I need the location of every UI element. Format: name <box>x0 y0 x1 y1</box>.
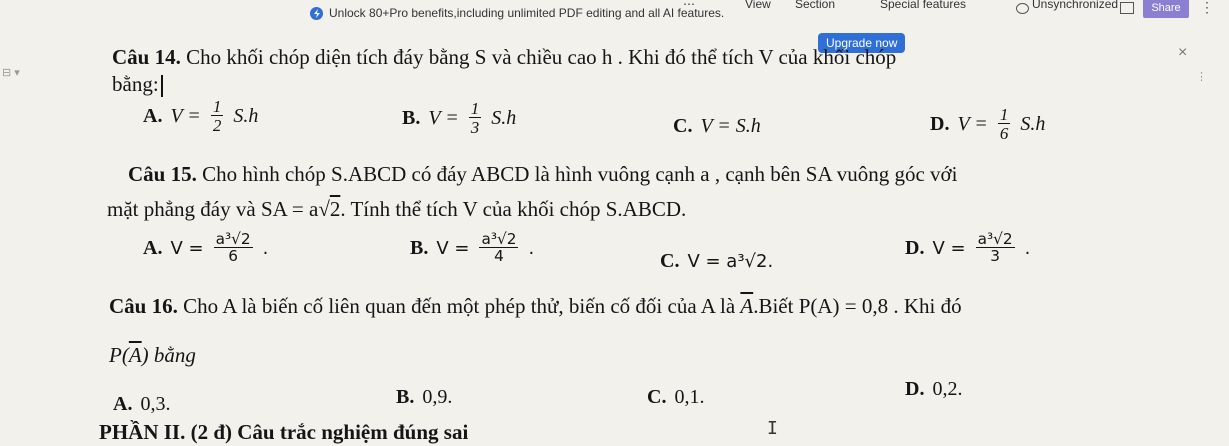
option-value: 0,3. <box>140 393 171 415</box>
question-14-line1: Câu 14. Cho khối chóp diện tích đáy bằng… <box>112 45 896 70</box>
lightning-icon <box>310 6 323 20</box>
q14-option-a[interactable]: A. V = 12 S.h <box>143 98 258 134</box>
option-value: 0,2. <box>932 378 963 400</box>
option-expr: V = <box>428 106 459 129</box>
fraction: 13 <box>468 99 482 137</box>
part-2-heading: PHẦN II. (2 đ) Câu trắc nghiệm đúng sai <box>99 420 469 444</box>
complement-event: A <box>740 294 754 318</box>
option-label: A. <box>113 393 133 415</box>
fraction: 12 <box>210 97 224 135</box>
option-label: D. <box>930 112 950 135</box>
option-label: B. <box>410 236 429 259</box>
ibeam-cursor-icon: I <box>767 418 778 439</box>
q16-option-d[interactable]: D. 0,2. <box>905 378 962 401</box>
option-value: 0,9. <box>422 386 453 408</box>
q15-option-b[interactable]: B. V = a³√2 4. <box>410 230 534 266</box>
question-15-text: Cho hình chóp S.ABCD có đáy ABCD là hình… <box>202 162 958 186</box>
option-label: B. <box>402 106 421 129</box>
question-15-label: Câu 15. <box>128 162 197 186</box>
prob-close: ) bằng <box>141 343 196 367</box>
side-mark-icon: ⋮ <box>1196 71 1207 83</box>
option-expr: V = <box>957 112 988 135</box>
promo-banner: Unlock 80+Pro benefits,including unlimit… <box>310 6 724 20</box>
option-label: B. <box>396 386 415 408</box>
side-arrow-icon[interactable]: ⊟ ▾ <box>2 66 20 79</box>
question-15-line1: Câu 15. Cho hình chóp S.ABCD có đáy ABCD… <box>128 162 957 187</box>
menu-special-features[interactable]: Special features <box>880 0 966 11</box>
menu-view[interactable]: View <box>745 0 771 11</box>
fraction: 16 <box>997 105 1011 143</box>
fraction: a³√2 6 <box>213 230 253 266</box>
option-expr: V = <box>932 237 966 259</box>
option-expr: S.h <box>491 106 517 129</box>
question-14-line2: bằng: <box>112 72 163 98</box>
option-label: C. <box>673 115 693 137</box>
question-14-text: Cho khối chóp diện tích đáy bằng S và ch… <box>186 45 897 69</box>
sync-status[interactable]: Unsynchronized <box>1032 0 1118 11</box>
sync-icon <box>1016 3 1029 14</box>
option-label: A. <box>143 236 163 259</box>
question-16-text-b: .Biết P(A) = 0,8 . Khi đó <box>753 294 962 318</box>
option-expr: V = <box>436 237 470 259</box>
question-16-label: Câu 16. <box>109 294 178 318</box>
q14-option-d[interactable]: D. V = 16 S.h <box>930 106 1045 142</box>
option-expr: S.h <box>233 104 259 127</box>
sqrt-value: 2 <box>329 197 341 221</box>
q15-option-c[interactable]: C. V = a³√2. <box>660 250 773 273</box>
fraction: a³√2 3 <box>975 230 1015 266</box>
menu-section[interactable]: Section <box>795 0 835 11</box>
option-label: A. <box>143 104 163 127</box>
q16-option-b[interactable]: B. 0,9. <box>396 386 452 409</box>
fraction: a³√2 4 <box>479 230 519 266</box>
q14-option-b[interactable]: B. V = 13 S.h <box>402 100 516 136</box>
option-label: D. <box>905 236 925 259</box>
q16-option-c[interactable]: C. 0,1. <box>647 386 704 409</box>
option-label: D. <box>905 378 925 400</box>
option-expr: S.h <box>1020 112 1046 135</box>
question-14-label: Câu 14. <box>112 45 181 69</box>
question-15-text3: . Tính thể tích V của khối chóp S.ABCD. <box>340 197 687 221</box>
more-icon[interactable]: ⋮ <box>1200 0 1214 17</box>
question-16-line1: Câu 16. Cho A là biến cố liên quan đến m… <box>109 294 962 319</box>
option-expr: V = S.h <box>700 115 761 137</box>
option-expr: V = <box>170 104 201 127</box>
question-15-text2: mặt phẳng đáy và SA = a <box>107 197 319 221</box>
complement-event: A <box>128 343 142 367</box>
q14-option-c[interactable]: C. V = S.h <box>673 115 761 138</box>
option-expr: V = a³√2. <box>687 251 774 272</box>
q16-option-a[interactable]: A. 0,3. <box>113 393 170 416</box>
q15-option-d[interactable]: D. V = a³√2 3. <box>905 230 1030 266</box>
text-cursor <box>160 75 163 98</box>
q15-option-a[interactable]: A. V = a³√2 6. <box>143 230 268 266</box>
option-label: C. <box>647 386 667 408</box>
question-16-text: Cho A là biến cố liên quan đến một phép … <box>183 294 736 318</box>
banner-text: Unlock 80+Pro benefits,including unlimit… <box>329 6 725 20</box>
option-expr: V = <box>170 237 204 259</box>
close-icon[interactable]: × <box>1178 44 1187 62</box>
question-15-line2: mặt phẳng đáy và SA = a√2. Tính thể tích… <box>107 197 687 221</box>
option-label: C. <box>660 250 680 272</box>
prob-open: P( <box>109 343 129 367</box>
share-button[interactable]: Share <box>1143 0 1189 18</box>
window-icon[interactable] <box>1120 2 1134 14</box>
option-value: 0,1. <box>674 386 705 408</box>
question-14-text2: bằng: <box>112 72 159 96</box>
question-16-line2: P(A) bằng <box>109 343 196 368</box>
